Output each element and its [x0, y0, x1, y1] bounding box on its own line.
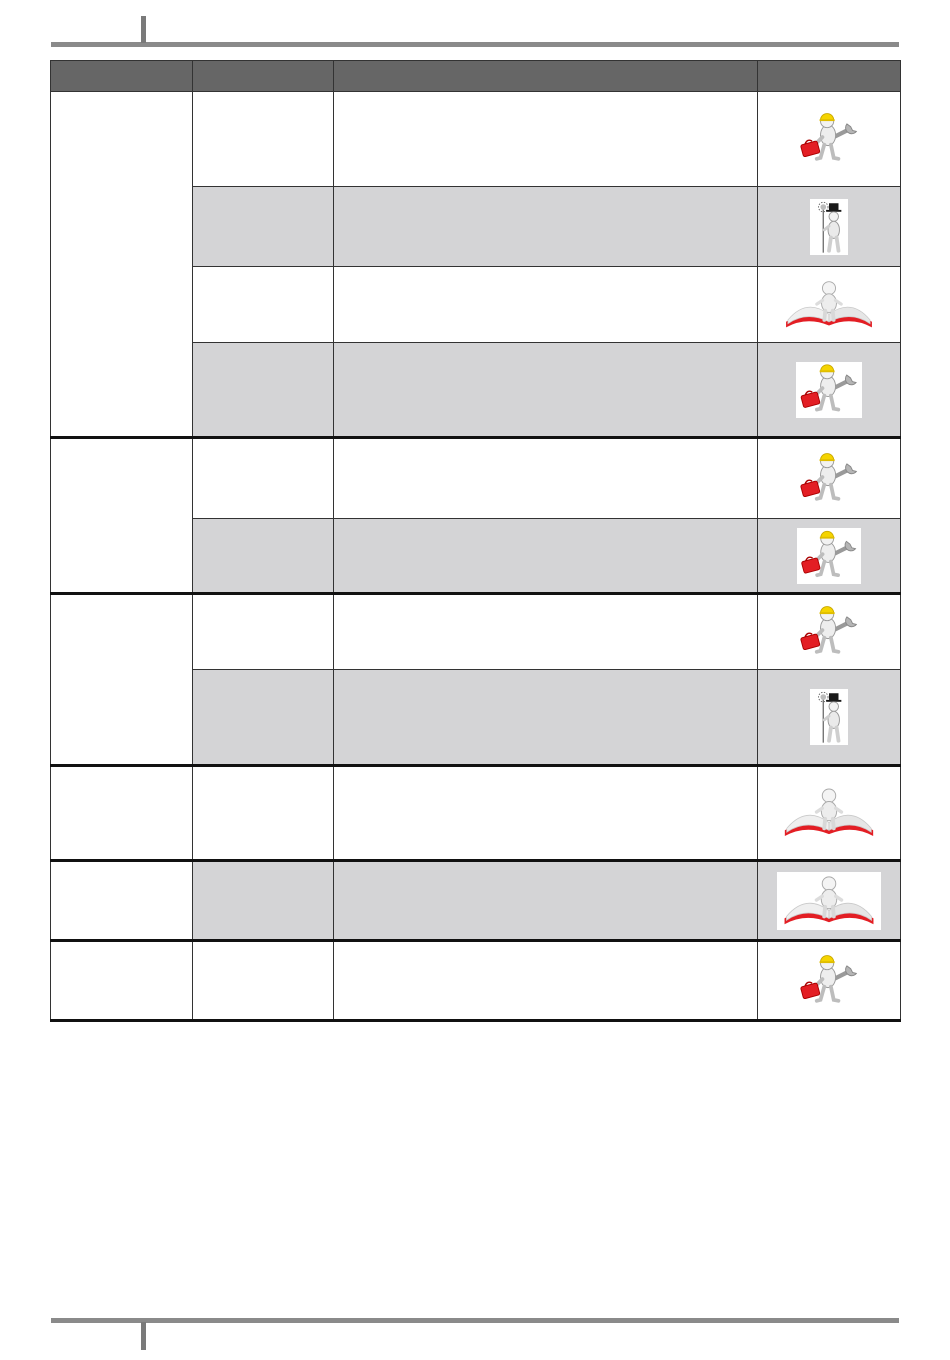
- technician-toolbox-icon: [796, 603, 862, 661]
- group-cell: [50, 764, 193, 861]
- table-header-row: [50, 60, 901, 92]
- header-col-4: [757, 60, 901, 92]
- table-cell: [192, 859, 334, 941]
- icon-cell: [757, 91, 901, 187]
- icon-cell: [757, 342, 901, 438]
- icon-cell: [757, 266, 901, 343]
- icon-cell: [757, 939, 901, 1022]
- table-cell: [192, 266, 334, 343]
- chimney-sweep-icon: [810, 198, 848, 255]
- table-cell: [333, 186, 758, 267]
- table-row: [50, 436, 901, 594]
- user-manual-book-icon: [782, 277, 876, 333]
- table-cell: [192, 436, 334, 519]
- table-cell: [333, 669, 758, 766]
- table-cell: [192, 764, 334, 861]
- group-cell: [50, 592, 193, 766]
- table-cell: [333, 859, 758, 941]
- icon-cell: [757, 592, 901, 670]
- header-tab-mark: [141, 16, 146, 43]
- header-rule: [51, 42, 899, 47]
- group-cell: [50, 859, 193, 941]
- table-cell: [192, 939, 334, 1022]
- header-col-3: [333, 60, 758, 92]
- table-cell: [333, 436, 758, 519]
- technician-toolbox-icon: [796, 110, 862, 168]
- icon-cell: [757, 436, 901, 519]
- technician-toolbox-icon: [796, 952, 862, 1010]
- group-cell: [50, 91, 193, 438]
- user-manual-book-icon: [777, 871, 881, 930]
- icon-cell: [757, 669, 901, 766]
- table-cell: [333, 764, 758, 861]
- chimney-sweep-icon: [810, 689, 848, 745]
- technician-toolbox-icon: [797, 527, 861, 584]
- table-cell: [333, 342, 758, 438]
- table-cell: [333, 518, 758, 594]
- table-cell: [333, 266, 758, 343]
- table-cell: [192, 669, 334, 766]
- table-cell: [192, 342, 334, 438]
- technician-toolbox-icon: [796, 450, 862, 508]
- header-col-2: [192, 60, 334, 92]
- group-cell: [50, 939, 193, 1022]
- header-col-1: [50, 60, 193, 92]
- technician-toolbox-icon: [796, 361, 862, 418]
- footer-rule: [51, 1318, 899, 1323]
- table-cell: [192, 518, 334, 594]
- icon-cell: [757, 859, 901, 941]
- group-cell: [50, 436, 193, 594]
- table-cell: [333, 592, 758, 670]
- table-cell: [333, 91, 758, 187]
- table-row: [50, 764, 901, 861]
- table-row: [50, 91, 901, 438]
- table-row: [50, 939, 901, 1022]
- table-row: [50, 592, 901, 766]
- table-row: [50, 859, 901, 941]
- table-cell: [192, 91, 334, 187]
- footer-tab-mark: [141, 1322, 146, 1350]
- user-manual-book-icon: [781, 784, 877, 842]
- icon-cell: [757, 518, 901, 594]
- maintenance-table: [50, 60, 901, 1022]
- icon-cell: [757, 186, 901, 267]
- icon-cell: [757, 764, 901, 861]
- table-cell: [192, 186, 334, 267]
- table-cell: [333, 939, 758, 1022]
- table-cell: [192, 592, 334, 670]
